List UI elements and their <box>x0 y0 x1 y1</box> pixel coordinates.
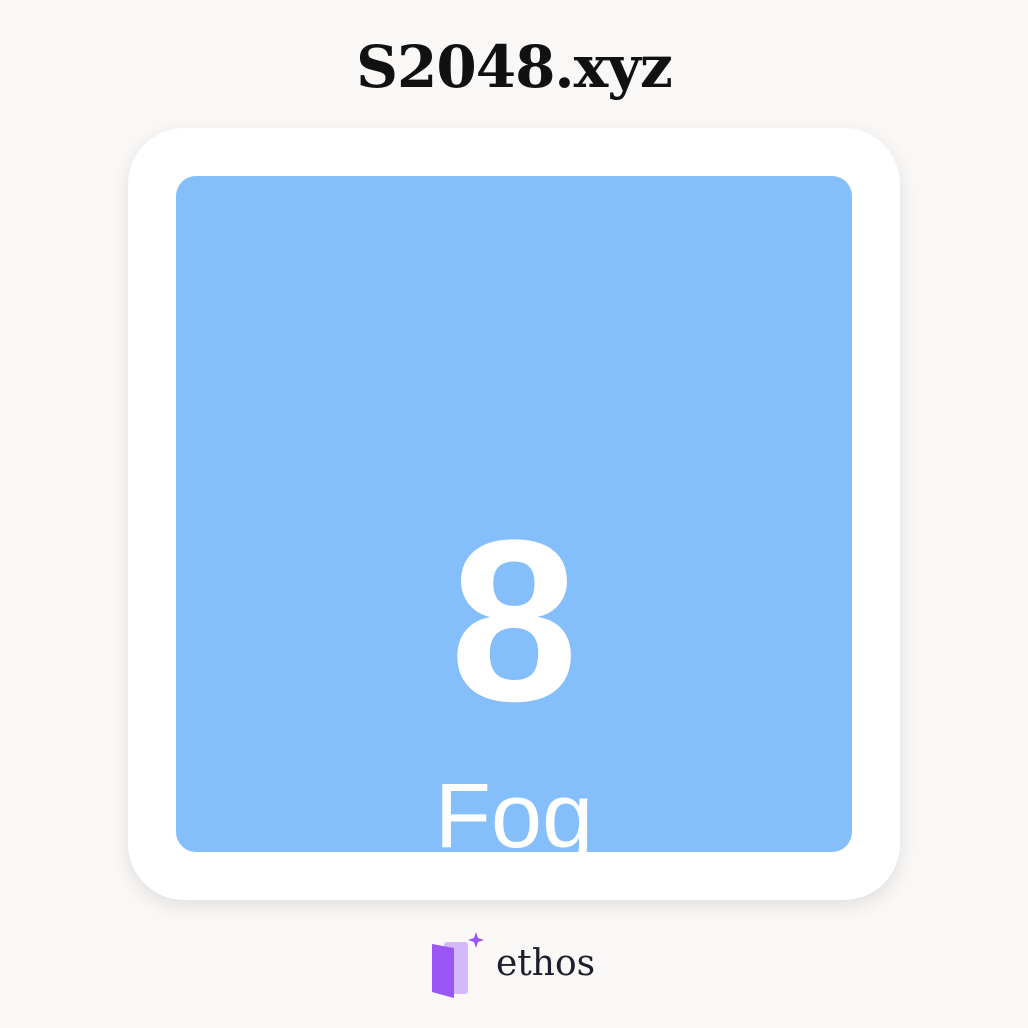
tile-name: Fog <box>434 765 594 867</box>
book-sparkle-icon <box>428 928 490 1000</box>
brand-name: ethos <box>496 943 596 984</box>
site-title: S2048.xyz <box>356 33 673 101</box>
number-tile: 8 Fog <box>176 176 852 866</box>
tile-value: 8 <box>450 492 578 749</box>
brand-footer: ethos <box>428 928 595 1000</box>
tile-card: 8 Fog <box>128 128 900 900</box>
